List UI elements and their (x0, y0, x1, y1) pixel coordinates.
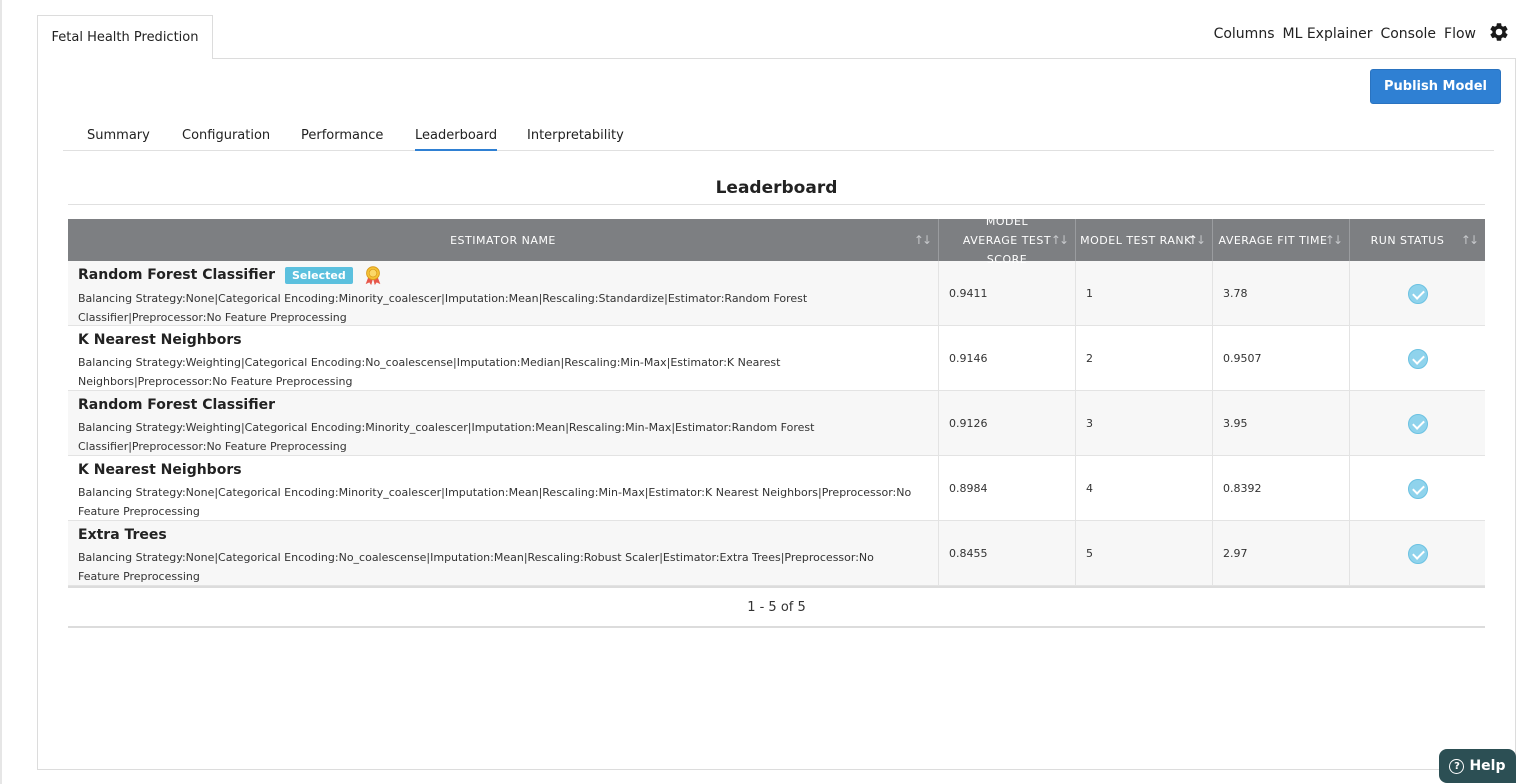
estimator-description: Balancing Strategy:None|Categorical Enco… (78, 551, 874, 583)
check-circle-icon (1407, 543, 1428, 564)
estimator-description: Balancing Strategy:None|Categorical Enco… (78, 292, 808, 324)
top-menu: Columns ML Explainer Console Flow (1214, 20, 1510, 48)
cell-fit-time: 0.9507 (1213, 326, 1350, 391)
cell-fit-time: 3.95 (1213, 391, 1350, 456)
menu-ml-explainer[interactable]: ML Explainer (1283, 26, 1373, 42)
table-row[interactable]: Extra Trees Balancing Strategy:None|Cate… (68, 521, 1485, 586)
award-medal-icon (365, 266, 381, 286)
estimator-name: Extra Trees (78, 526, 167, 543)
cell-rank: 5 (1076, 521, 1213, 586)
table-row[interactable]: K Nearest Neighbors Balancing Strategy:W… (68, 326, 1485, 391)
cell-rank: 3 (1076, 391, 1213, 456)
tab-interpretability[interactable]: Interpretability (527, 128, 624, 149)
menu-console[interactable]: Console (1380, 26, 1436, 42)
estimator-description: Balancing Strategy:None|Categorical Enco… (78, 486, 912, 518)
help-label: Help (1469, 758, 1506, 774)
cell-estimator: Random Forest Classifier Balancing Strat… (68, 391, 939, 456)
cell-fit-time: 0.8392 (1213, 456, 1350, 521)
menu-flow[interactable]: Flow (1444, 26, 1476, 42)
pager-text: 1 - 5 of 5 (747, 599, 806, 615)
table-row[interactable]: K Nearest Neighbors Balancing Strategy:N… (68, 456, 1485, 521)
cell-score: 0.8455 (939, 521, 1076, 586)
tab-leaderboard[interactable]: Leaderboard (415, 128, 498, 151)
sort-icon[interactable]: ↑↓ (1051, 231, 1069, 250)
cell-run-status (1350, 326, 1485, 391)
check-circle-icon (1407, 478, 1428, 499)
publish-model-button[interactable]: Publish Model (1370, 69, 1501, 104)
sort-icon[interactable]: ↑↓ (914, 231, 932, 250)
header-estimator-name-label: ESTIMATOR NAME (450, 233, 556, 247)
cell-score: 0.8984 (939, 456, 1076, 521)
header-fit-time-label: AVERAGE FIT TIME (1218, 233, 1328, 247)
table-row[interactable]: Random Forest Classifier Balancing Strat… (68, 391, 1485, 456)
header-rank-label: MODEL TEST RANK (1080, 233, 1192, 247)
cell-run-status (1350, 521, 1485, 586)
header-estimator-name[interactable]: ESTIMATOR NAME ↑↓ (68, 219, 939, 261)
cell-rank: 2 (1076, 326, 1213, 391)
selected-badge: Selected (284, 266, 353, 284)
header-run-status-label: RUN STATUS (1370, 233, 1445, 247)
document-tab[interactable]: Fetal Health Prediction (37, 15, 213, 59)
title-divider (68, 204, 1485, 205)
question-icon: ? (1449, 758, 1465, 774)
tab-summary[interactable]: Summary (87, 128, 150, 149)
pagination-info: 1 - 5 of 5 (68, 588, 1485, 628)
cell-rank: 4 (1076, 456, 1213, 521)
sub-tabs: Summary Configuration Performance Leader… (63, 122, 1494, 151)
estimator-description: Balancing Strategy:Weighting|Categorical… (78, 356, 781, 388)
header-score-label: MODEL AVERAGE TEST SCORE (962, 214, 1052, 266)
cell-estimator: K Nearest Neighbors Balancing Strategy:W… (68, 326, 939, 391)
estimator-name: K Nearest Neighbors (78, 331, 242, 348)
help-button[interactable]: ? Help (1439, 749, 1516, 783)
cell-run-status (1350, 261, 1485, 326)
header-average-fit-time[interactable]: AVERAGE FIT TIME ↑↓ (1213, 219, 1350, 261)
cell-score: 0.9146 (939, 326, 1076, 391)
table-row[interactable]: Random Forest Classifier Selected Balanc… (68, 261, 1485, 326)
sort-icon[interactable]: ↑↓ (1325, 231, 1343, 250)
table-header: ESTIMATOR NAME ↑↓ MODEL AVERAGE TEST SCO… (68, 215, 1485, 266)
header-model-average-test-score[interactable]: MODEL AVERAGE TEST SCORE ↑↓ (939, 215, 1076, 266)
sort-asc-icon[interactable]: ↑↓ (1188, 231, 1206, 250)
cell-run-status (1350, 456, 1485, 521)
estimator-description: Balancing Strategy:Weighting|Categorical… (78, 421, 815, 453)
check-circle-icon (1407, 348, 1428, 369)
menu-columns[interactable]: Columns (1214, 26, 1275, 42)
gear-icon[interactable] (1488, 21, 1510, 43)
cell-run-status (1350, 391, 1485, 456)
header-run-status[interactable]: RUN STATUS ↑↓ (1350, 219, 1485, 261)
tab-performance[interactable]: Performance (301, 128, 383, 149)
check-circle-icon (1407, 283, 1428, 304)
cell-rank: 1 (1076, 261, 1213, 326)
sort-icon[interactable]: ↑↓ (1461, 231, 1479, 250)
estimator-name: Random Forest Classifier (78, 396, 275, 413)
cell-fit-time: 3.78 (1213, 261, 1350, 326)
cell-score: 0.9126 (939, 391, 1076, 456)
check-circle-icon (1407, 413, 1428, 434)
cell-score: 0.9411 (939, 261, 1076, 326)
cell-estimator: Extra Trees Balancing Strategy:None|Cate… (68, 521, 939, 586)
cell-estimator: Random Forest Classifier Selected Balanc… (68, 261, 939, 326)
leaderboard-title: Leaderboard (715, 178, 838, 198)
estimator-name: K Nearest Neighbors (78, 461, 242, 478)
left-border (0, 0, 2, 784)
leaderboard-table: ESTIMATOR NAME ↑↓ MODEL AVERAGE TEST SCO… (68, 215, 1485, 628)
cell-fit-time: 2.97 (1213, 521, 1350, 586)
estimator-name: Random Forest Classifier (78, 267, 275, 283)
document-tab-label: Fetal Health Prediction (51, 30, 199, 45)
cell-estimator: K Nearest Neighbors Balancing Strategy:N… (68, 456, 939, 521)
tab-configuration[interactable]: Configuration (182, 128, 270, 149)
header-model-test-rank[interactable]: MODEL TEST RANK ↑↓ (1076, 219, 1213, 261)
